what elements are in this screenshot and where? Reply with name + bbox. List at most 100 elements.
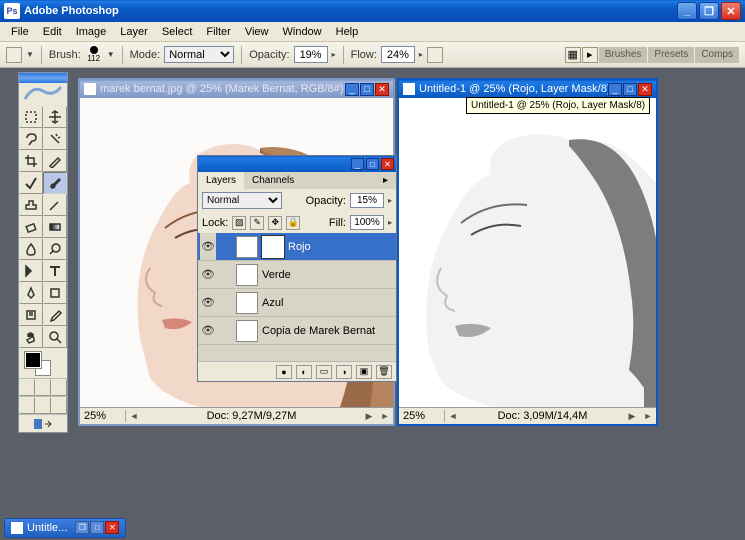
doc2-titlebar[interactable]: Untitled-1 @ 25% (Rojo, Layer Mask/8) _ … — [399, 80, 656, 98]
scroll-right-icon[interactable]: ► — [640, 411, 656, 421]
toolbox-grip[interactable] — [19, 73, 67, 83]
chevron-down-icon[interactable]: ▼ — [26, 50, 34, 59]
file-browser-icon[interactable]: ▦ — [565, 47, 581, 63]
lock-paint-icon[interactable]: ✎ — [250, 216, 264, 230]
panel-minimize-button[interactable]: _ — [351, 158, 364, 170]
crop-tool[interactable] — [19, 150, 43, 172]
chevron-down-icon[interactable]: ▸ — [332, 50, 336, 59]
chevron-icon[interactable]: ▸ — [388, 218, 392, 227]
brush-tool[interactable] — [43, 172, 67, 194]
slice-tool[interactable] — [43, 150, 67, 172]
eraser-tool[interactable] — [19, 216, 43, 238]
layer-thumbnail[interactable] — [236, 292, 258, 314]
healing-tool[interactable] — [19, 172, 43, 194]
mode-select[interactable]: Normal — [164, 46, 234, 63]
mini-close-button[interactable]: ✕ — [105, 521, 119, 534]
doc1-maximize-button[interactable]: □ — [360, 83, 374, 96]
panel-menu-icon[interactable]: ▸ — [375, 172, 396, 189]
imageready-icon[interactable] — [19, 414, 67, 432]
layer-name[interactable]: Copia de Marek Bernat — [262, 325, 375, 337]
doc2-close-button[interactable]: ✕ — [638, 83, 652, 96]
layer-mask-icon[interactable]: ◐ — [296, 365, 312, 379]
layer-name[interactable]: Verde — [262, 269, 291, 281]
menu-layer[interactable]: Layer — [113, 23, 155, 41]
dodge-tool[interactable] — [43, 238, 67, 260]
fill-input[interactable] — [350, 215, 384, 230]
menu-view[interactable]: View — [238, 23, 276, 41]
tab-presets[interactable]: Presets — [648, 47, 694, 63]
notes-tool[interactable] — [19, 304, 43, 326]
doc1-close-button[interactable]: ✕ — [375, 83, 389, 96]
panel-titlebar[interactable]: _ □ ✕ — [198, 156, 396, 172]
brush-preview[interactable]: 112 — [85, 46, 103, 64]
shape-tool[interactable] — [43, 282, 67, 304]
visibility-icon[interactable]: 👁 — [200, 296, 216, 309]
layer-name[interactable]: Rojo — [288, 241, 311, 253]
hand-tool[interactable] — [19, 326, 43, 348]
delete-layer-icon[interactable]: 🗑 — [376, 365, 392, 379]
scroll-right-icon[interactable]: ► — [377, 411, 393, 421]
tool-preset-icon[interactable] — [6, 47, 22, 63]
visibility-icon[interactable]: 👁 — [200, 324, 216, 337]
layer-row[interactable]: 👁 Verde — [198, 261, 396, 289]
status-menu-icon[interactable]: ▶ — [361, 411, 377, 422]
tab-layers[interactable]: Layers — [198, 172, 244, 189]
doc2-minimize-button[interactable]: _ — [608, 83, 622, 96]
history-brush-tool[interactable] — [43, 194, 67, 216]
tab-comps[interactable]: Comps — [695, 47, 739, 63]
blend-mode-select[interactable]: Normal — [202, 192, 282, 209]
mini-restore-button[interactable]: ❐ — [75, 521, 89, 534]
doc2-canvas[interactable] — [399, 98, 656, 407]
layer-mask-thumbnail[interactable] — [262, 236, 284, 258]
screen-full-icon[interactable] — [35, 397, 51, 414]
opacity-input[interactable] — [294, 46, 328, 63]
mini-maximize-button[interactable]: □ — [90, 521, 104, 534]
chevron-icon[interactable]: ▸ — [388, 196, 392, 205]
visibility-icon[interactable]: 👁 — [200, 233, 216, 260]
color-swatches[interactable] — [19, 348, 67, 378]
screen-std-icon[interactable] — [19, 397, 35, 414]
panel-close-button[interactable]: ✕ — [381, 158, 394, 170]
new-layer-icon[interactable]: ▣ — [356, 365, 372, 379]
doc1-titlebar[interactable]: marek bernat.jpg @ 25% (Marek Bernat, RG… — [80, 80, 393, 98]
layer-thumbnail[interactable] — [236, 264, 258, 286]
layer-opacity-input[interactable] — [350, 193, 384, 208]
foreground-color-swatch[interactable] — [25, 352, 41, 368]
chevron-down-icon[interactable]: ▸ — [419, 50, 423, 59]
menu-image[interactable]: Image — [69, 23, 114, 41]
lasso-tool[interactable] — [19, 128, 43, 150]
maximize-button[interactable]: ❐ — [699, 2, 719, 20]
menu-help[interactable]: Help — [329, 23, 366, 41]
airbrush-icon[interactable] — [427, 47, 443, 63]
doc1-minimize-button[interactable]: _ — [345, 83, 359, 96]
standard-mode-icon[interactable] — [19, 379, 35, 396]
tab-brushes[interactable]: Brushes — [599, 47, 648, 63]
scroll-left-icon[interactable]: ◄ — [445, 411, 461, 421]
adjustment-icon[interactable]: ◑ — [336, 365, 352, 379]
status-menu-icon[interactable]: ▶ — [624, 411, 640, 422]
layer-style-icon[interactable]: ● — [276, 365, 292, 379]
close-button[interactable]: ✕ — [721, 2, 741, 20]
pen-tool[interactable] — [19, 282, 43, 304]
move-tool[interactable] — [43, 106, 67, 128]
lock-move-icon[interactable]: ✥ — [268, 216, 282, 230]
type-tool[interactable] — [43, 260, 67, 282]
doc1-zoom[interactable]: 25% — [80, 410, 126, 422]
new-set-icon[interactable]: ▭ — [316, 365, 332, 379]
layer-name[interactable]: Azul — [262, 297, 283, 309]
tab-channels[interactable]: Channels — [244, 172, 302, 189]
layer-thumbnail[interactable] — [236, 236, 258, 258]
eyedropper-tool[interactable] — [43, 304, 67, 326]
layer-row[interactable]: 👁 Copia de Marek Bernat — [198, 317, 396, 345]
zoom-tool[interactable] — [43, 326, 67, 348]
layer-row[interactable]: 👁 Azul — [198, 289, 396, 317]
gradient-tool[interactable] — [43, 216, 67, 238]
menu-window[interactable]: Window — [276, 23, 329, 41]
menu-edit[interactable]: Edit — [36, 23, 69, 41]
stamp-tool[interactable] — [19, 194, 43, 216]
wand-tool[interactable] — [43, 128, 67, 150]
visibility-icon[interactable]: 👁 — [200, 268, 216, 281]
fullscreen-menu-icon[interactable] — [35, 379, 51, 396]
doc2-zoom[interactable]: 25% — [399, 410, 445, 422]
layer-thumbnail[interactable] — [236, 320, 258, 342]
